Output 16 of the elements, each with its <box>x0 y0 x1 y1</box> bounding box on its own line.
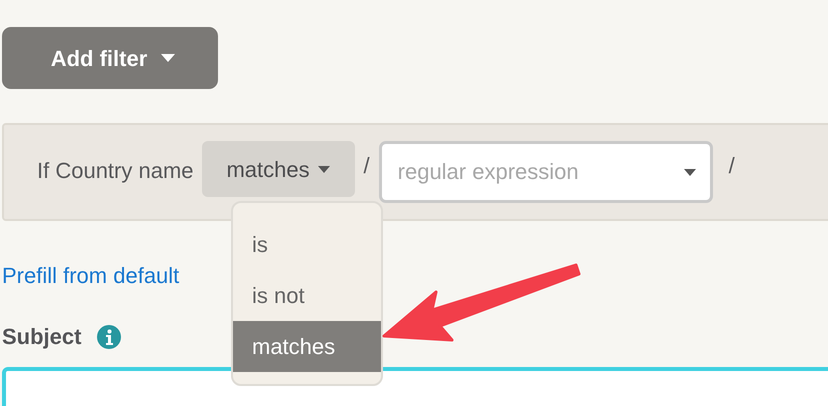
caret-icon <box>318 166 330 172</box>
operator-select[interactable]: matches <box>202 141 355 197</box>
add-filter-button[interactable]: Add filter <box>2 27 218 89</box>
separator-text: / <box>728 152 735 180</box>
menu-item[interactable]: is <box>233 219 381 270</box>
separator-text: / <box>364 152 370 180</box>
menu-item[interactable]: is not <box>233 270 381 321</box>
caret-icon <box>161 54 176 62</box>
caret-icon <box>684 169 696 176</box>
pointer-arrow-icon <box>380 262 582 344</box>
subject-label: Subject <box>2 323 82 351</box>
prefill-link[interactable]: Prefill from default <box>2 263 180 288</box>
menu-item[interactable]: matches <box>233 321 381 372</box>
filter-label: If Country name <box>37 156 194 185</box>
info-icon[interactable] <box>97 324 122 348</box>
regex-input-field[interactable]: regular expression <box>378 141 713 203</box>
